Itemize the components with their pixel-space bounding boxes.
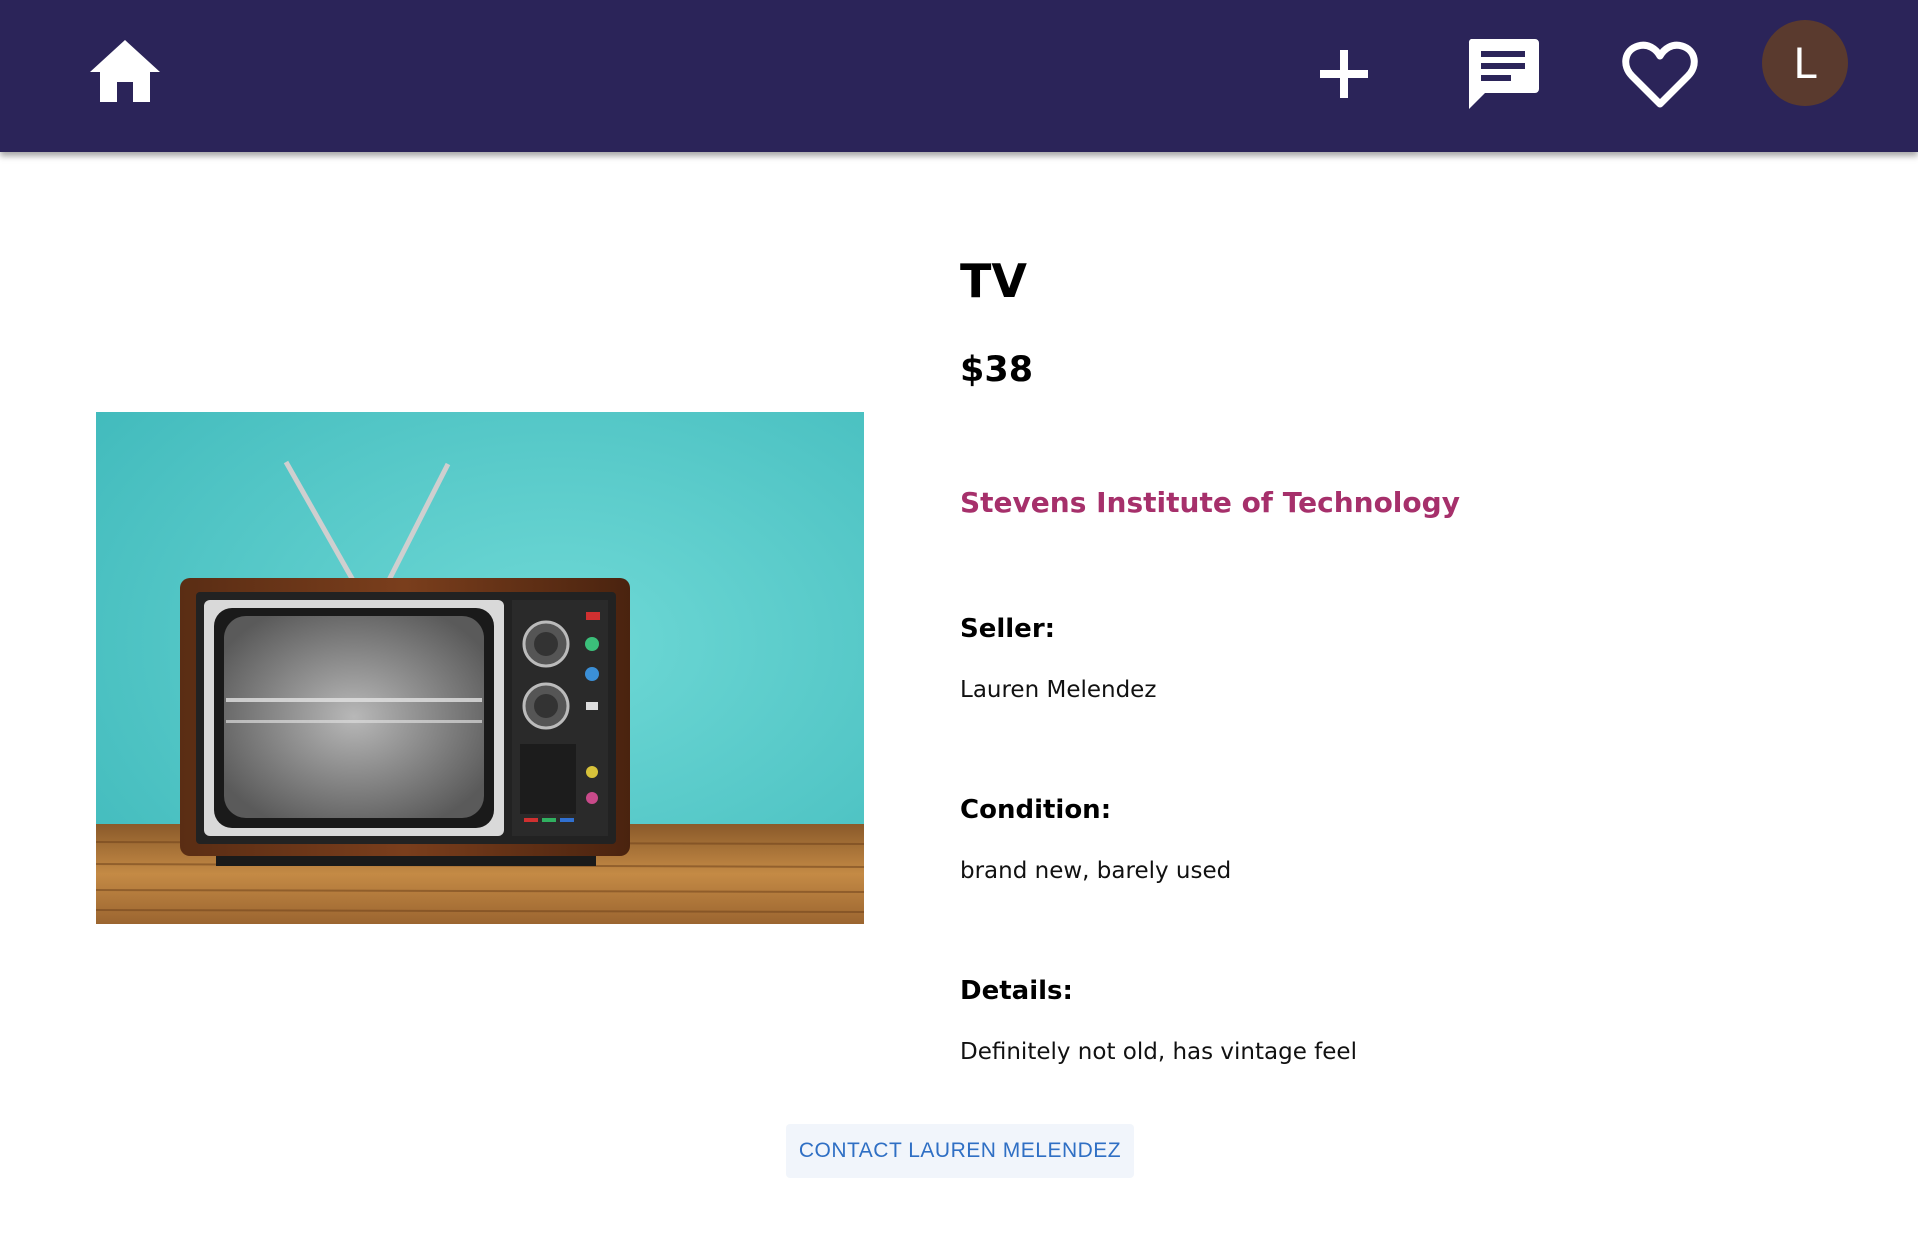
seller-label: Seller: [960, 614, 1056, 644]
chat-icon [1468, 39, 1539, 109]
details-value: Definitely not old, has vintage feel [960, 1039, 1357, 1065]
condition-value: brand new, barely used [960, 858, 1232, 884]
contact-seller-button[interactable]: CONTACT LAUREN MELENDEZ [786, 1124, 1134, 1178]
details-label: Details: [960, 976, 1073, 1006]
favorites-button[interactable] [1622, 40, 1698, 110]
home-button[interactable] [88, 38, 162, 104]
plus-icon [1320, 50, 1368, 98]
home-icon [90, 40, 160, 102]
seller-name: Lauren Melendez [960, 677, 1157, 703]
listing-title: TV [960, 254, 1027, 308]
add-listing-button[interactable] [1314, 44, 1374, 104]
top-navbar: L [0, 0, 1918, 152]
listing-price: $38 [960, 350, 1034, 390]
condition-label: Condition: [960, 795, 1112, 825]
school-link[interactable]: Stevens Institute of Technology [960, 486, 1460, 519]
product-image [96, 412, 864, 924]
vintage-tv-photo [96, 412, 864, 924]
heart-icon [1622, 41, 1698, 108]
messages-button[interactable] [1465, 37, 1541, 111]
user-avatar[interactable]: L [1762, 20, 1848, 106]
